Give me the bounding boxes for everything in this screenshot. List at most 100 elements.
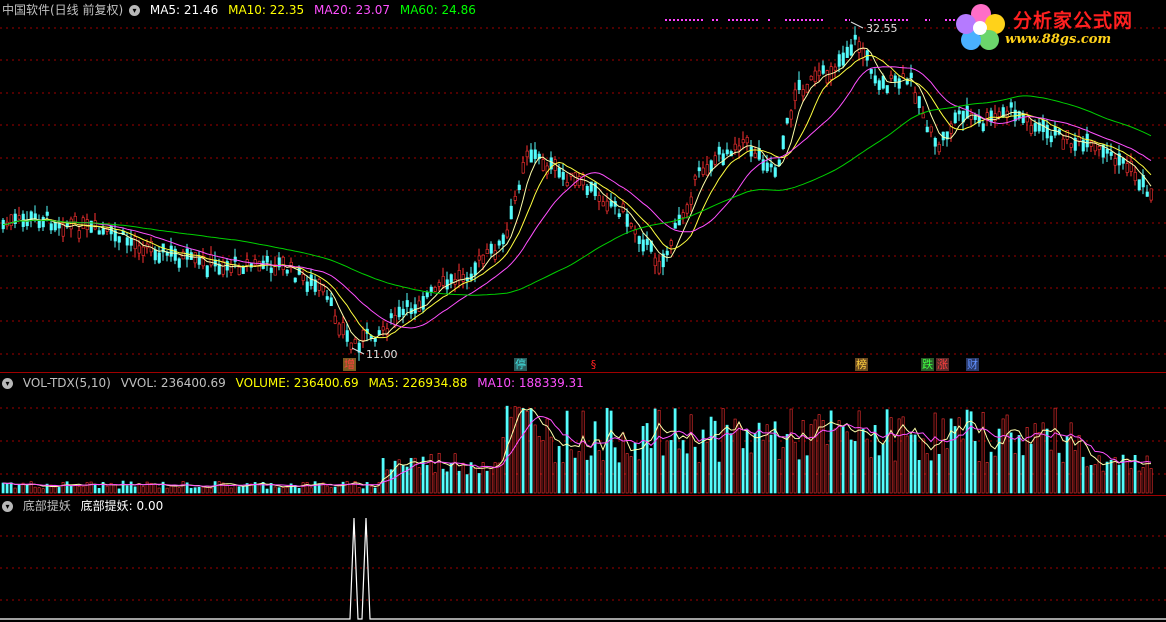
volume-bar [573, 457, 577, 494]
candle-body [441, 276, 445, 286]
chevron-down-icon[interactable]: ▾ [129, 5, 141, 16]
volume-bar [313, 481, 317, 494]
volume-bar [981, 411, 985, 494]
volume-bar [989, 451, 993, 494]
candle-body [477, 255, 481, 261]
candle-body [269, 267, 273, 273]
volume-bar [813, 419, 817, 494]
volume-bar [469, 462, 473, 494]
candle-body [909, 72, 913, 79]
volume-pane[interactable]: ▾ VOL-TDX(5,10) VVOL: 236400.69 VOLUME: … [0, 373, 1166, 495]
volume-bar [541, 440, 545, 494]
candle-body [749, 146, 753, 157]
volume-bar [993, 455, 997, 494]
candle-body [769, 163, 773, 168]
volume-bar [673, 408, 677, 494]
volume-bar [605, 407, 609, 494]
volume-bar [209, 487, 213, 494]
volume-bar [301, 482, 305, 494]
volume-bar [713, 420, 717, 494]
volume-bar [1053, 407, 1057, 494]
candle-body [237, 266, 241, 275]
candle-body [557, 167, 561, 178]
candle-body [245, 259, 249, 267]
volume-bar [73, 484, 77, 494]
candle-body [813, 70, 817, 83]
event-marker[interactable]: § [587, 358, 600, 371]
volume-bar [349, 483, 353, 494]
volume-bar [361, 488, 365, 494]
price-header: 中国软件(日线 前复权) ▾ MA5: 21.46 MA10: 22.35 MA… [2, 2, 482, 18]
candle-body [1089, 140, 1093, 147]
candle-body [805, 84, 809, 93]
volume-bar [509, 416, 513, 494]
volume-bar [425, 465, 429, 494]
indicator-name: 底部提妖 [22, 499, 71, 513]
volume-bar [69, 485, 73, 494]
candle-body [529, 149, 533, 163]
event-marker[interactable]: 停 [514, 358, 527, 371]
candle-body [765, 162, 769, 172]
price-chart[interactable]: 32.55 11.00 [0, 0, 1166, 372]
volume-label: VOLUME: 236400.69 [235, 376, 359, 390]
price-pane[interactable]: 32.55 11.00 中国软件(日线 前复权) ▾ MA5: 21.46 MA1… [0, 0, 1166, 372]
volume-bar [181, 481, 185, 494]
volume-bar [557, 446, 561, 494]
candle-body [1145, 191, 1149, 197]
candle-body [1033, 123, 1037, 132]
candle-body [473, 262, 477, 276]
event-marker[interactable]: 财 [966, 358, 979, 371]
candle-body [797, 79, 801, 91]
chevron-down-icon[interactable]: ▾ [2, 378, 13, 389]
volume-bar [485, 470, 489, 494]
volume-bar [1137, 470, 1141, 494]
volume-bar [157, 487, 161, 494]
volume-bar [61, 482, 65, 494]
volume-bar [437, 452, 441, 494]
volume-bar [265, 488, 269, 494]
volume-bar [81, 485, 85, 494]
event-marker[interactable]: 跌 [921, 358, 934, 371]
candle-body [285, 269, 289, 274]
indicator-pane[interactable]: ▾ 底部提妖 底部提妖: 0.00 [0, 496, 1166, 622]
candle-body [169, 245, 173, 257]
volume-bar [1129, 468, 1133, 494]
volume-bar [453, 453, 457, 494]
volume-bar [1077, 434, 1081, 494]
volume-bar [329, 487, 333, 494]
candle-body [577, 176, 581, 186]
volume-bar [849, 439, 853, 494]
event-marker[interactable]: 涨 [936, 358, 949, 371]
event-marker[interactable]: 增 [343, 358, 356, 371]
volume-chart[interactable] [0, 373, 1166, 495]
candle-body [641, 239, 645, 252]
candle-body [725, 149, 729, 155]
volume-bar [121, 480, 125, 494]
volume-bar [709, 416, 713, 494]
volume-bar [1113, 457, 1117, 494]
volume-bar [569, 449, 573, 494]
candle-body [57, 223, 61, 229]
ma5-label: MA5: 21.46 [149, 3, 219, 17]
volume-bar [577, 451, 581, 494]
candle-body [1097, 146, 1101, 150]
candle-body [681, 212, 685, 218]
candle-body [85, 219, 89, 230]
candle-body [685, 204, 689, 214]
candle-body [501, 234, 505, 245]
candle-body [361, 329, 365, 341]
event-marker[interactable]: 榜 [855, 358, 868, 371]
volume-bar [57, 487, 61, 494]
candle-body [417, 300, 421, 312]
chevron-down-icon[interactable]: ▾ [2, 501, 13, 512]
candle-body [737, 145, 741, 151]
candle-body [1009, 102, 1013, 108]
candle-body [305, 281, 309, 292]
volume-bar [345, 481, 349, 494]
volume-bar [125, 485, 129, 494]
low-price-label: 11.00 [366, 348, 398, 361]
volume-bar [845, 431, 849, 494]
candle-body [689, 196, 693, 205]
indicator-chart[interactable] [0, 496, 1166, 622]
volume-bar [477, 473, 481, 494]
